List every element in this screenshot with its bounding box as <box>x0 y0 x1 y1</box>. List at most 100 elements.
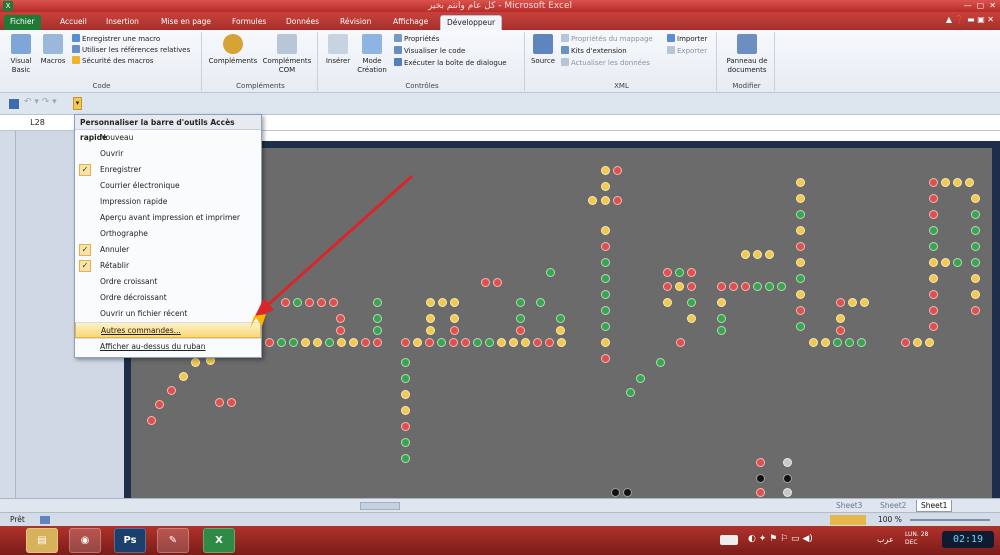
art-dot <box>485 338 494 347</box>
import-icon <box>667 34 675 42</box>
art-dot <box>796 306 805 315</box>
art-dot <box>401 374 410 383</box>
code-icon <box>394 46 402 54</box>
more-commands-item[interactable]: Autres commandes... <box>75 322 261 338</box>
qat-menu-item[interactable]: Nouveau <box>75 130 261 146</box>
art-dot <box>796 210 805 219</box>
tool-icon[interactable]: ✎ <box>157 528 189 553</box>
qat-menu-item[interactable]: Impression rapide <box>75 194 261 210</box>
extension-packs-button[interactable]: Kits d'extension <box>561 46 627 56</box>
horizontal-scrollbar[interactable] <box>360 502 400 510</box>
tab-insertion[interactable]: Insertion <box>100 15 145 30</box>
art-dot <box>191 358 200 367</box>
document-panel-button[interactable]: Panneau de documents <box>721 34 773 75</box>
export-button[interactable]: Exporter <box>667 46 707 56</box>
source-button[interactable]: Source <box>529 34 557 66</box>
art-dot <box>971 306 980 315</box>
design-mode-button[interactable]: Mode Création <box>354 34 390 75</box>
complements-button[interactable]: Compléments <box>208 34 258 66</box>
art-dot <box>929 242 938 251</box>
record-macro-button[interactable]: Enregistrer une macro <box>72 34 160 44</box>
qat-menu-item[interactable]: Ordre croissant <box>75 274 261 290</box>
sheet-tab-3[interactable]: Sheet3 <box>832 500 866 512</box>
macros-icon <box>43 34 63 54</box>
qat-menu-item[interactable]: Aperçu avant impression et imprimer <box>75 210 261 226</box>
run-dialog-button[interactable]: Exécuter la boîte de dialogue <box>394 58 507 68</box>
art-dot <box>656 358 665 367</box>
ribbon-tabs: Fichier Accueil Insertion Mise en page F… <box>0 12 1000 30</box>
art-dot <box>929 194 938 203</box>
qat-menu-item[interactable]: Orthographe <box>75 226 261 242</box>
art-dot <box>929 306 938 315</box>
save-icon[interactable] <box>9 99 19 109</box>
keyboard-icon[interactable] <box>720 535 738 545</box>
art-dot <box>848 298 857 307</box>
tray-icons[interactable]: ◐ ✦ ⚑ ⚐ ▭ ◀) <box>748 534 813 544</box>
show-above-ribbon-item[interactable]: Afficher au-dessus du ruban <box>75 338 261 354</box>
undo-icon[interactable]: ↶ ▾ ↷ ▾ <box>24 97 57 107</box>
name-box[interactable]: L28 <box>5 116 70 129</box>
art-dot <box>971 258 980 267</box>
customize-qat-dropdown[interactable]: ▾ <box>73 97 82 110</box>
art-dot <box>971 194 980 203</box>
tab-donnees[interactable]: Données <box>280 15 325 30</box>
art-dot <box>783 458 792 467</box>
photoshop-icon[interactable]: Ps <box>114 528 146 553</box>
language-indicator[interactable]: عرب <box>877 535 894 544</box>
tab-accueil[interactable]: Accueil <box>54 15 93 30</box>
art-dot <box>601 258 610 267</box>
group-controls: Insérer Mode Création Propriétés Visuali… <box>320 32 525 91</box>
visual-basic-button[interactable]: Visual Basic <box>6 34 36 75</box>
art-dot <box>215 398 224 407</box>
explorer-icon[interactable]: ▤ <box>26 528 58 553</box>
tab-revision[interactable]: Révision <box>334 15 377 30</box>
firefox-icon[interactable]: ◉ <box>69 528 101 553</box>
tab-mise-en-page[interactable]: Mise en page <box>155 15 217 30</box>
group-modify: Panneau de documents Modifier <box>719 32 775 91</box>
view-buttons[interactable] <box>830 515 866 525</box>
insert-control-button[interactable]: Insérer <box>324 34 352 66</box>
art-dot <box>809 338 818 347</box>
excel-taskbar-icon[interactable]: X <box>203 528 235 553</box>
qat-menu-item[interactable]: ✓ Enregistrer <box>75 162 261 178</box>
qat-menu-item[interactable]: Courrier électronique <box>75 178 261 194</box>
qat-menu-item[interactable]: Ordre décroissant <box>75 290 261 306</box>
help-icon[interactable]: ▲ ❓ ▬ ▣ ✕ <box>946 15 994 24</box>
refresh-icon <box>561 58 569 66</box>
art-dot <box>796 242 805 251</box>
export-icon <box>667 46 675 54</box>
zoom-slider[interactable] <box>910 519 990 521</box>
relative-refs-button[interactable]: Utiliser les références relatives <box>72 45 190 55</box>
macro-record-icon[interactable] <box>40 516 50 524</box>
tab-fichier[interactable]: Fichier <box>4 15 41 30</box>
art-dot <box>601 338 610 347</box>
view-code-button[interactable]: Visualiser le code <box>394 46 465 56</box>
art-dot <box>493 278 502 287</box>
tab-affichage[interactable]: Affichage <box>387 15 434 30</box>
art-dot <box>929 274 938 283</box>
refresh-data-button[interactable]: Actualiser les données <box>561 58 650 68</box>
art-dot <box>626 388 635 397</box>
sheet-tab-1[interactable]: Sheet1 <box>916 500 953 512</box>
map-properties-button[interactable]: Propriétés du mappage <box>561 34 653 44</box>
qat-menu-item[interactable]: Ouvrir un fichier récent <box>75 306 261 322</box>
qat-menu-item[interactable]: ✓ Rétablir <box>75 258 261 274</box>
window-controls[interactable]: — ▢ ✕ <box>964 0 996 12</box>
properties-button[interactable]: Propriétés <box>394 34 439 44</box>
macros-button[interactable]: Macros <box>38 34 68 66</box>
art-dot <box>777 282 786 291</box>
macro-security-button[interactable]: Sécurité des macros <box>72 56 153 66</box>
sheet-tab-2[interactable]: Sheet2 <box>876 500 910 512</box>
art-dot <box>401 454 410 463</box>
tab-developpeur[interactable]: Développeur <box>440 15 503 30</box>
art-dot <box>765 250 774 259</box>
art-dot <box>401 406 410 415</box>
com-complements-button[interactable]: Compléments COM <box>260 34 314 75</box>
art-dot <box>796 178 805 187</box>
row-scroll-pane[interactable] <box>0 131 16 498</box>
qat-menu-item[interactable]: Ouvrir <box>75 146 261 162</box>
qat-menu-item[interactable]: ✓ Annuler <box>75 242 261 258</box>
import-button[interactable]: Importer <box>667 34 707 44</box>
art-dot <box>601 226 610 235</box>
tab-formules[interactable]: Formules <box>226 15 272 30</box>
